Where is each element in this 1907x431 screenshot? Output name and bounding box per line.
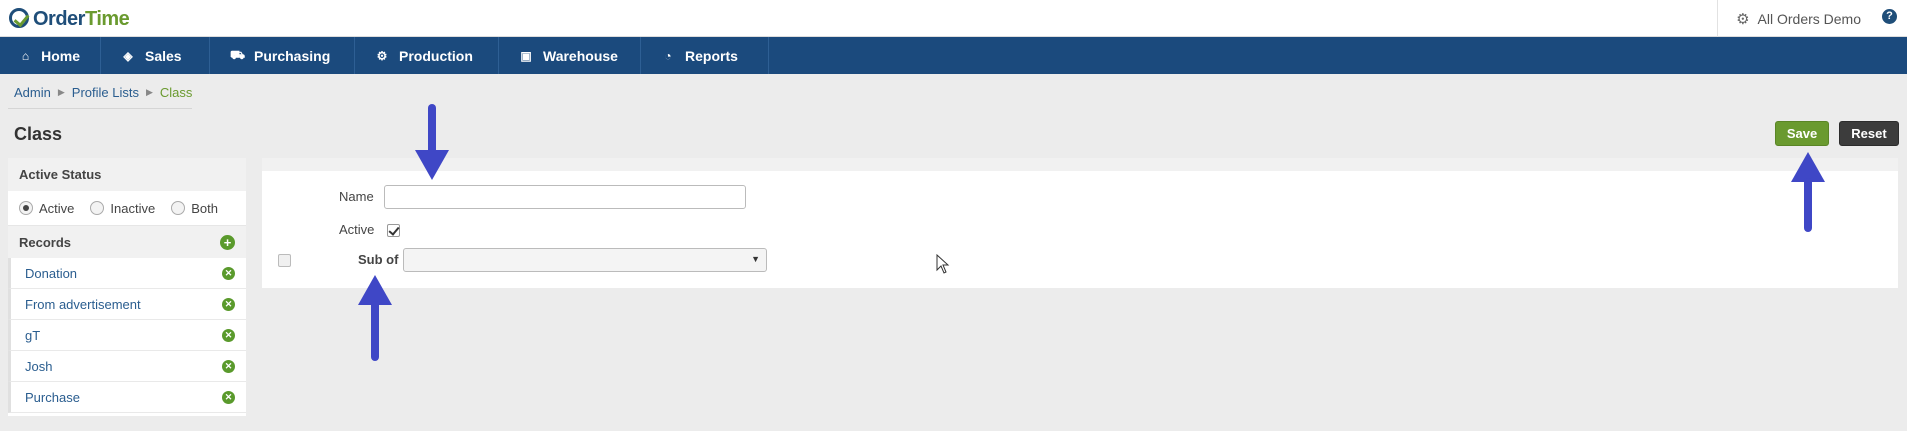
page-title: Class: [14, 124, 63, 144]
top-bar: OrderTime ⚙ All Orders Demo ?: [0, 0, 1907, 37]
delete-icon[interactable]: ✕: [222, 266, 235, 280]
nav-item-warehouse[interactable]: ▣ Warehouse: [499, 37, 641, 74]
status-filter: Active Inactive Both: [8, 191, 246, 226]
divider: [8, 108, 192, 109]
pie-chart-icon: ◔: [664, 48, 672, 63]
nav-label: Sales: [145, 47, 182, 64]
delete-icon[interactable]: ✕: [222, 297, 235, 311]
nav-label: Reports: [685, 47, 738, 64]
nav-label: Production: [399, 47, 473, 64]
list-item[interactable]: gT ✕: [8, 320, 246, 351]
nav-item-reports[interactable]: ◔ Reports: [641, 37, 769, 74]
annotation-arrow-up: [358, 275, 392, 365]
account-label: All Orders Demo: [1757, 10, 1861, 27]
delete-icon[interactable]: ✕: [222, 359, 235, 373]
record-label[interactable]: Purchase: [25, 390, 80, 405]
radio-label: Inactive: [110, 200, 156, 216]
radio-label: Active: [39, 200, 75, 216]
nav-label: Purchasing: [254, 47, 331, 64]
active-label: Active: [339, 222, 375, 237]
record-label[interactable]: Donation: [25, 266, 77, 281]
active-status-heading: Active Status: [8, 158, 246, 191]
nav-label: Warehouse: [543, 47, 618, 64]
radio-label: Both: [191, 200, 218, 216]
nav-item-production[interactable]: ⚙ Production: [355, 37, 499, 74]
record-label[interactable]: gT: [25, 328, 40, 343]
list-item[interactable]: Donation ✕: [8, 258, 246, 289]
reset-button[interactable]: Reset: [1839, 121, 1899, 146]
help-icon[interactable]: ?: [1882, 9, 1897, 24]
records-title: Records: [19, 234, 72, 250]
delete-icon[interactable]: ✕: [222, 390, 235, 404]
list-item[interactable]: Purchase ✕: [8, 382, 246, 413]
logo-text: OrderTime: [33, 7, 130, 30]
main-nav: ⌂ Home ◈ Sales ⛟ Purchasing ⚙ Production…: [0, 37, 1907, 74]
name-label: Name: [339, 189, 374, 204]
delete-icon[interactable]: ✕: [222, 328, 235, 342]
chevron-right-icon: ▶: [145, 87, 153, 97]
radio-active[interactable]: Active: [19, 201, 74, 216]
record-label[interactable]: Josh: [25, 359, 52, 374]
gears-icon: ⚙: [376, 48, 388, 63]
annotation-arrow-up: [1791, 152, 1825, 232]
nav-item-sales[interactable]: ◈ Sales: [101, 37, 210, 74]
gear-icon: ⚙: [1736, 10, 1750, 28]
radio-dot: [171, 201, 186, 215]
tag-icon: ◈: [123, 48, 133, 63]
list-item[interactable]: Josh ✕: [8, 351, 246, 382]
breadcrumb-current: Class: [159, 85, 193, 100]
box-icon: ▣: [520, 48, 532, 63]
sub-of-select[interactable]: ▼: [403, 248, 767, 272]
sub-of-enable-checkbox[interactable]: [278, 254, 291, 267]
sub-of-label: Sub of: [358, 252, 399, 267]
nav-item-purchasing[interactable]: ⛟ Purchasing: [210, 37, 355, 74]
name-input[interactable]: [384, 185, 746, 209]
nav-item-home[interactable]: ⌂ Home: [0, 37, 101, 74]
radio-both[interactable]: Both: [171, 201, 218, 216]
add-record-icon[interactable]: +: [220, 234, 235, 250]
breadcrumb: Admin ▶ Profile Lists ▶ Class: [14, 85, 192, 100]
records-heading: Records +: [8, 226, 246, 258]
panel-header: [262, 158, 1898, 171]
edit-form-panel: Name Active Sub of ▼: [262, 158, 1898, 288]
save-button[interactable]: Save: [1775, 121, 1829, 146]
sidebar: Active Status Active Inactive Both Recor…: [8, 158, 246, 416]
nav-label: Home: [41, 47, 80, 64]
account-menu[interactable]: ⚙ All Orders Demo: [1717, 0, 1861, 37]
radio-inactive[interactable]: Inactive: [90, 201, 155, 216]
logo-check-icon: [9, 8, 29, 28]
active-checkbox[interactable]: [387, 224, 400, 237]
breadcrumb-admin[interactable]: Admin: [14, 85, 51, 100]
record-label[interactable]: From advertisement: [25, 297, 141, 312]
cart-icon: ⛟: [230, 47, 246, 62]
list-item[interactable]: From advertisement ✕: [8, 289, 246, 320]
radio-dot: [19, 201, 33, 215]
annotation-arrow-down: [415, 104, 449, 182]
mouse-cursor-icon: [936, 254, 950, 274]
radio-dot: [90, 201, 105, 215]
breadcrumb-profile-lists[interactable]: Profile Lists: [72, 85, 139, 100]
chevron-down-icon: ▼: [751, 254, 760, 264]
ordertime-logo[interactable]: OrderTime: [6, 6, 130, 32]
home-icon: ⌂: [21, 48, 30, 63]
chevron-right-icon: ▶: [57, 87, 65, 97]
